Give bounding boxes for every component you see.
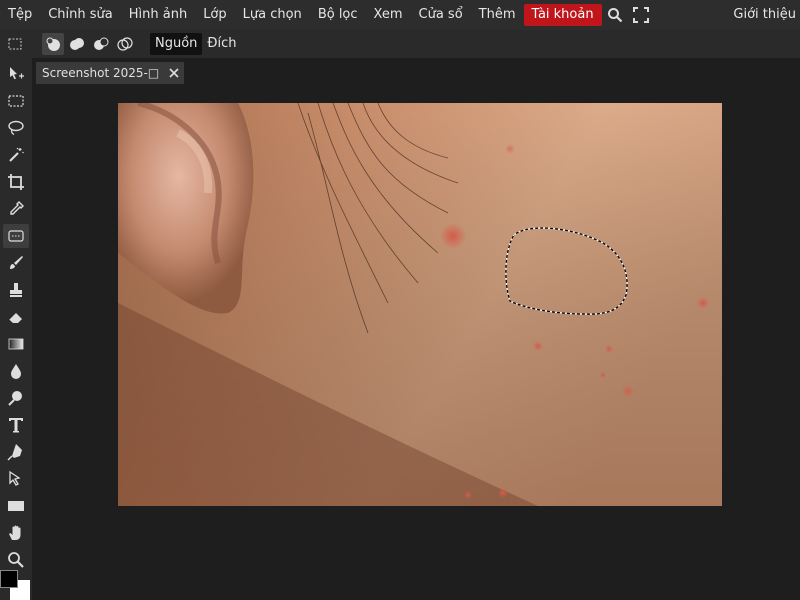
- destination-option[interactable]: Đích: [202, 33, 241, 55]
- search-icon[interactable]: [602, 4, 628, 26]
- image-canvas[interactable]: [118, 103, 722, 506]
- menu-window[interactable]: Cửa sổ: [411, 4, 471, 26]
- new-selection-icon[interactable]: [42, 33, 64, 55]
- marquee-icon[interactable]: [4, 33, 26, 55]
- menu-more[interactable]: Thêm: [471, 4, 524, 26]
- blur-tool[interactable]: [3, 359, 29, 383]
- fullscreen-icon[interactable]: [628, 4, 654, 26]
- subtract-selection-icon[interactable]: [90, 33, 112, 55]
- clone-stamp-icon: [10, 283, 22, 297]
- magic-wand-tool[interactable]: [3, 143, 29, 167]
- menu-account[interactable]: Tài khoản: [523, 4, 602, 26]
- menu-view[interactable]: Xem: [366, 4, 411, 26]
- blur-icon: [11, 364, 21, 379]
- eraser-tool[interactable]: [3, 305, 29, 329]
- lasso-tool[interactable]: [3, 116, 29, 140]
- patch-tool-icon: [8, 230, 24, 242]
- rectangle-shape-icon: [8, 501, 24, 511]
- lasso-icon: [8, 120, 24, 136]
- zoom-icon: [8, 552, 24, 568]
- hand-tool[interactable]: [3, 521, 29, 545]
- type-icon: [9, 418, 23, 433]
- rectangle-shape-tool[interactable]: [3, 494, 29, 518]
- rect-select-icon: [8, 95, 24, 107]
- document-tab-title: Screenshot 2025-□ *: [42, 66, 160, 80]
- gradient-tool[interactable]: [3, 332, 29, 356]
- menu-image[interactable]: Hình ảnh: [121, 4, 195, 26]
- document-area: Screenshot 2025-□ *: [32, 58, 800, 600]
- document-tab[interactable]: Screenshot 2025-□ *: [36, 62, 184, 84]
- menu-layer[interactable]: Lớp: [195, 4, 234, 26]
- close-icon[interactable]: [164, 63, 184, 83]
- brush-tool[interactable]: [3, 251, 29, 275]
- menu-file[interactable]: Tệp: [0, 4, 40, 26]
- gradient-icon: [8, 338, 24, 350]
- crop-tool[interactable]: [3, 170, 29, 194]
- color-swatches: [0, 570, 32, 600]
- type-tool[interactable]: [3, 413, 29, 437]
- brush-icon: [10, 256, 23, 269]
- zoom-tool[interactable]: [3, 548, 29, 572]
- skin-photo: [118, 103, 722, 506]
- crop-icon: [8, 174, 24, 190]
- path-select-icon: [9, 470, 21, 486]
- pen-tool[interactable]: [3, 440, 29, 464]
- menu-select[interactable]: Lựa chọn: [235, 4, 310, 26]
- options-bar: Nguồn Đích: [0, 30, 800, 58]
- intersect-selection-icon[interactable]: [114, 33, 136, 55]
- hand-icon: [9, 525, 21, 540]
- foreground-color-swatch[interactable]: [0, 570, 18, 588]
- dodge-icon: [8, 391, 22, 406]
- eraser-icon: [8, 313, 22, 325]
- eyedropper-tool[interactable]: [3, 197, 29, 221]
- source-option[interactable]: Nguồn: [150, 33, 203, 55]
- eyedropper-icon: [10, 201, 24, 215]
- menu-filter[interactable]: Bộ lọc: [310, 4, 366, 26]
- add-selection-icon[interactable]: [66, 33, 88, 55]
- pen-icon: [7, 444, 22, 461]
- menu-edit[interactable]: Chỉnh sửa: [40, 4, 121, 26]
- dodge-tool[interactable]: [3, 386, 29, 410]
- patch-tool[interactable]: [3, 224, 29, 248]
- clone-stamp-tool[interactable]: [3, 278, 29, 302]
- tools-panel: [0, 58, 32, 600]
- move-tool[interactable]: [3, 62, 29, 86]
- magic-wand-icon: [9, 147, 24, 162]
- rect-select-tool[interactable]: [3, 89, 29, 113]
- path-select-tool[interactable]: [3, 467, 29, 491]
- menu-about[interactable]: Giới thiệu: [725, 4, 800, 26]
- menubar: Tệp Chỉnh sửa Hình ảnh Lớp Lựa chọn Bộ l…: [0, 0, 800, 30]
- move-tool-icon: [10, 67, 24, 80]
